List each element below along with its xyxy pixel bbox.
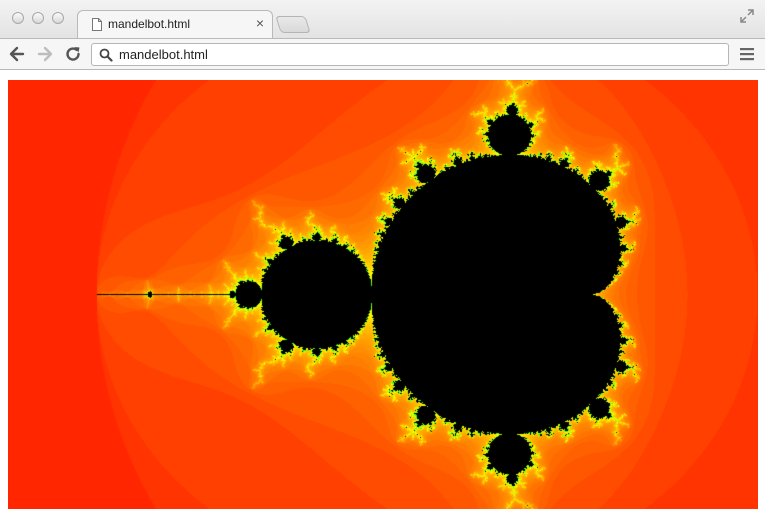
document-icon: [92, 18, 102, 31]
search-icon: [99, 48, 113, 62]
close-window-icon[interactable]: [12, 12, 24, 24]
fullscreen-arrows-icon[interactable]: [739, 8, 755, 24]
reload-icon[interactable]: [63, 44, 83, 64]
minimize-window-icon[interactable]: [32, 12, 44, 24]
mandelbrot-canvas[interactable]: [8, 80, 758, 509]
tab-title: mandelbot.html: [108, 17, 191, 31]
zoom-window-icon[interactable]: [52, 12, 64, 24]
forward-arrow-icon[interactable]: [35, 44, 55, 64]
url-text: mandelbot.html: [119, 47, 208, 62]
new-tab-button[interactable]: [275, 16, 311, 33]
tab-mandelbot[interactable]: mandelbot.html ×: [77, 10, 273, 39]
tab-close-icon[interactable]: ×: [256, 15, 264, 31]
page-content: [0, 70, 765, 516]
browser-toolbar: mandelbot.html: [0, 38, 765, 70]
hamburger-menu-icon[interactable]: [740, 47, 754, 61]
address-bar[interactable]: mandelbot.html: [91, 43, 729, 66]
back-arrow-icon[interactable]: [7, 44, 27, 64]
title-bar: mandelbot.html ×: [0, 0, 765, 39]
